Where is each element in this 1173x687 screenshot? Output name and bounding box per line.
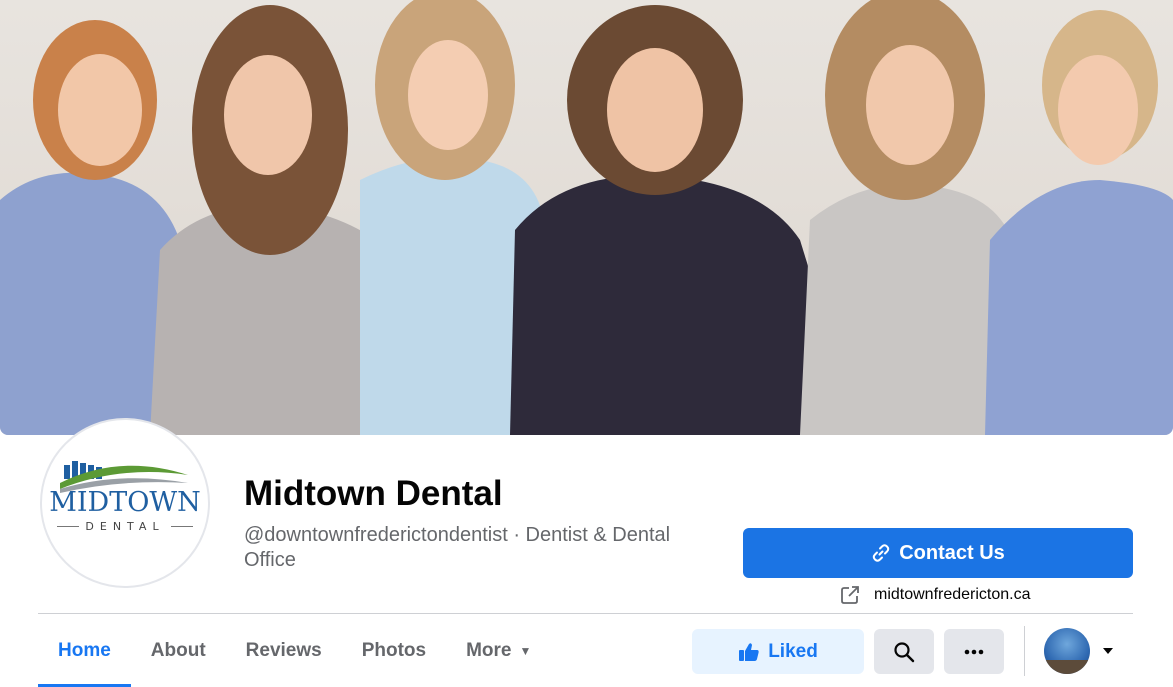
avatar: [1044, 628, 1090, 674]
link-icon: [872, 544, 890, 562]
liked-button[interactable]: Liked: [692, 629, 864, 674]
tab-reviews[interactable]: Reviews: [226, 614, 342, 687]
more-icon: [964, 649, 984, 654]
logo-mark-icon: [60, 461, 188, 493]
website-link[interactable]: midtownfredericton.ca: [840, 585, 1031, 605]
logo-subword: DENTAL: [57, 520, 193, 533]
account-switcher[interactable]: [1044, 628, 1114, 674]
page-profile-picture[interactable]: MIDTOWN DENTAL: [40, 418, 210, 588]
cover-photo[interactable]: [0, 0, 1173, 435]
search-icon: [894, 641, 915, 662]
thumbs-up-icon: [739, 642, 759, 661]
contact-us-label: Contact Us: [899, 541, 1005, 564]
tab-home[interactable]: Home: [38, 614, 131, 687]
website-url[interactable]: midtownfredericton.ca: [874, 586, 1031, 604]
tab-about[interactable]: About: [131, 614, 226, 687]
search-button[interactable]: [874, 629, 934, 674]
midtown-dental-logo: MIDTOWN DENTAL: [45, 423, 205, 583]
more-options-button[interactable]: [944, 629, 1004, 674]
liked-label: Liked: [768, 640, 818, 662]
tab-more[interactable]: More ▼: [446, 614, 551, 687]
page-title: Midtown Dental: [244, 474, 503, 513]
caret-down-icon: [1103, 648, 1113, 654]
page-username-category: @downtownfrederictondentist · Dentist & …: [244, 524, 671, 571]
actions-separator: [1024, 626, 1025, 676]
tab-photos[interactable]: Photos: [342, 614, 446, 687]
external-link-icon: [841, 586, 859, 604]
contact-us-button[interactable]: Contact Us: [743, 528, 1133, 578]
caret-down-icon: ▼: [519, 643, 532, 658]
cover-people-illustration: [0, 0, 1173, 435]
page-tabs: Home About Reviews Photos More ▼: [38, 614, 551, 687]
